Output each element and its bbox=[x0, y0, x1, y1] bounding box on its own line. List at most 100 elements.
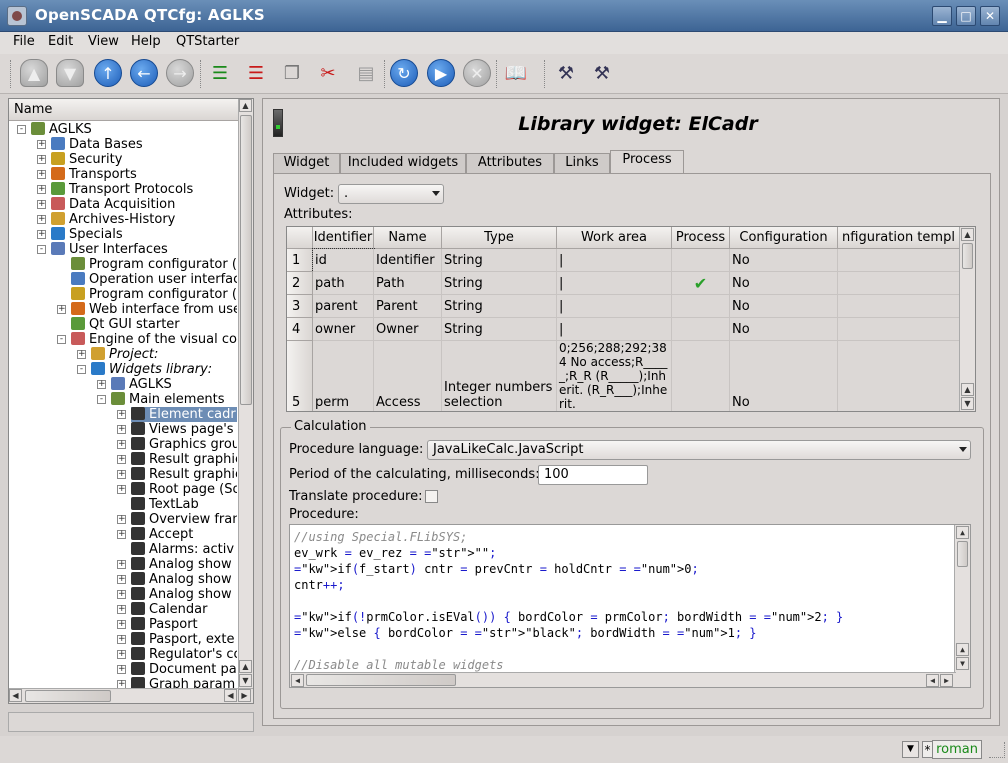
tree-item[interactable]: Engine of the visual co bbox=[71, 332, 237, 347]
tree-item[interactable]: Views page's bbox=[131, 422, 237, 437]
expand-icon[interactable]: + bbox=[37, 155, 46, 164]
expand-icon[interactable]: + bbox=[57, 305, 66, 314]
row-header[interactable]: 3 bbox=[287, 295, 313, 318]
table-cell-process[interactable] bbox=[672, 318, 730, 341]
tree-item[interactable]: Element cadr bbox=[131, 407, 237, 422]
expand-icon[interactable]: + bbox=[117, 470, 126, 479]
expand-icon[interactable]: + bbox=[117, 560, 126, 569]
table-cell-process[interactable] bbox=[672, 341, 730, 411]
table-cell-config[interactable]: No bbox=[730, 249, 838, 272]
tree-vertical-scrollbar[interactable]: ▲ ▲ ▼ bbox=[238, 99, 253, 689]
menu-help[interactable]: Help bbox=[131, 34, 161, 49]
table-vertical-scrollbar[interactable]: ▲ ▲ ▼ bbox=[959, 227, 975, 411]
table-cell-name[interactable]: Access bbox=[374, 341, 442, 411]
row-header[interactable]: 4 bbox=[287, 318, 313, 341]
tree-item[interactable]: Qt GUI starter bbox=[71, 317, 237, 332]
vcs-engine-icon[interactable]: ⚒ bbox=[552, 59, 580, 87]
table-cell-type[interactable]: String bbox=[442, 249, 557, 272]
table-cell-process[interactable] bbox=[672, 249, 730, 272]
tree-item[interactable]: Document pan bbox=[131, 662, 237, 677]
table-cell-type[interactable]: String bbox=[442, 318, 557, 341]
tree-item[interactable]: Overview fran bbox=[131, 512, 237, 527]
forward-icon[interactable]: → bbox=[166, 59, 194, 87]
tree-item[interactable]: Root page (So bbox=[131, 482, 237, 497]
code-hscroll-thumb[interactable] bbox=[306, 674, 456, 686]
scroll-left-arrow-icon[interactable]: ◀ bbox=[291, 674, 304, 687]
expand-icon[interactable]: + bbox=[117, 455, 126, 464]
column-header-configuration-template[interactable]: nfiguration templ bbox=[838, 227, 960, 249]
table-cell-id[interactable]: id bbox=[312, 248, 375, 273]
back-icon[interactable]: ← bbox=[130, 59, 158, 87]
table-cell-id[interactable]: perm bbox=[313, 341, 374, 411]
column-header-identifier[interactable]: Identifier bbox=[313, 227, 374, 249]
table-cell-config[interactable]: No bbox=[730, 341, 838, 411]
manual-icon[interactable]: 📖 bbox=[502, 59, 530, 87]
scroll-right-arrow-icon[interactable]: ▶ bbox=[940, 674, 953, 687]
user-indicator[interactable]: roman bbox=[932, 740, 982, 759]
collapse-icon[interactable]: - bbox=[57, 335, 66, 344]
tree-item[interactable]: Pasport bbox=[131, 617, 237, 632]
tree-item[interactable]: Alarms: activ bbox=[131, 542, 237, 557]
expand-icon[interactable]: + bbox=[117, 665, 126, 674]
tree-item[interactable]: Main elements bbox=[111, 392, 237, 407]
tree-item[interactable]: Analog show bbox=[131, 557, 237, 572]
collapse-icon[interactable]: - bbox=[97, 395, 106, 404]
row-header[interactable]: 2 bbox=[287, 272, 313, 295]
tree-item[interactable]: Security bbox=[51, 152, 237, 167]
procedure-editor[interactable]: //using Special.FLibSYS; ev_wrk = ev_rez … bbox=[289, 524, 971, 688]
tree-item[interactable]: Analog show bbox=[131, 572, 237, 587]
expand-icon[interactable]: + bbox=[117, 485, 126, 494]
collapse-icon[interactable]: - bbox=[77, 365, 86, 374]
tree-item[interactable]: Project: bbox=[91, 347, 237, 362]
refresh-icon[interactable]: ↻ bbox=[390, 59, 418, 87]
table-cell-config-template[interactable] bbox=[838, 341, 960, 411]
tree-item[interactable]: Calendar bbox=[131, 602, 237, 617]
tab-widget[interactable]: Widget bbox=[273, 153, 340, 173]
table-cell-work[interactable]: | bbox=[557, 318, 672, 341]
tree-item[interactable]: AGLKS bbox=[31, 122, 237, 137]
cut-icon[interactable]: ✂ bbox=[314, 59, 342, 87]
menu-file[interactable]: File bbox=[13, 34, 35, 49]
code-vertical-scrollbar[interactable]: ▲ ▲ ▼ bbox=[954, 525, 970, 687]
tree-scroll-thumb[interactable] bbox=[240, 115, 252, 405]
minimize-button[interactable]: ▁ bbox=[932, 6, 952, 26]
tab-included-widgets[interactable]: Included widgets bbox=[340, 153, 466, 173]
tree-horizontal-scrollbar[interactable]: ◀ ◀ ▶ bbox=[9, 688, 253, 703]
table-cell-type[interactable]: String bbox=[442, 295, 557, 318]
tree-item[interactable]: AGLKS bbox=[111, 377, 237, 392]
tree-header[interactable]: Name bbox=[9, 99, 239, 121]
table-cell-id[interactable]: parent bbox=[313, 295, 374, 318]
expand-icon[interactable]: + bbox=[37, 230, 46, 239]
table-cell-name[interactable]: Identifier bbox=[374, 249, 442, 272]
column-header-name[interactable]: Name bbox=[374, 227, 442, 249]
table-cell-process[interactable] bbox=[672, 295, 730, 318]
tree-item[interactable]: Program configurator ( bbox=[71, 257, 237, 272]
menu-qtstarter[interactable]: QTStarter bbox=[176, 34, 239, 49]
widget-select[interactable]: . bbox=[338, 184, 444, 204]
start-icon[interactable]: ▶ bbox=[427, 59, 455, 87]
expand-icon[interactable]: + bbox=[117, 530, 126, 539]
scroll-up-arrow-icon[interactable]: ▲ bbox=[956, 526, 969, 539]
delete-item-icon[interactable]: ☰ bbox=[242, 59, 270, 87]
code-scroll-thumb[interactable] bbox=[957, 541, 968, 567]
tree-item[interactable]: Widgets library: bbox=[91, 362, 237, 377]
code-horizontal-scrollbar[interactable]: ◀ ◀ ▶ bbox=[290, 672, 956, 687]
scroll-left-arrow-icon[interactable]: ◀ bbox=[224, 689, 237, 702]
tree-item[interactable]: Result graphic bbox=[131, 467, 237, 482]
tree-item[interactable]: Operation user interfac bbox=[71, 272, 237, 287]
table-cell-process[interactable]: ✔ bbox=[672, 272, 730, 295]
expand-icon[interactable]: + bbox=[37, 200, 46, 209]
table-cell-work[interactable]: | bbox=[557, 295, 672, 318]
copy-icon[interactable]: ❐ bbox=[278, 59, 306, 87]
table-cell-config[interactable]: No bbox=[730, 318, 838, 341]
tree-item[interactable]: Analog show bbox=[131, 587, 237, 602]
table-cell-config-template[interactable] bbox=[838, 249, 960, 272]
table-cell-work[interactable]: | bbox=[557, 249, 672, 272]
scroll-up-arrow-icon[interactable]: ▲ bbox=[239, 99, 252, 112]
tree-item[interactable]: User Interfaces bbox=[51, 242, 237, 257]
column-header-type[interactable]: Type bbox=[442, 227, 557, 249]
procedure-language-select[interactable]: JavaLikeCalc.JavaScript bbox=[427, 440, 971, 460]
expand-icon[interactable]: + bbox=[37, 215, 46, 224]
scroll-down-arrow-icon[interactable]: ▼ bbox=[961, 397, 974, 410]
translate-procedure-checkbox[interactable] bbox=[425, 490, 438, 503]
